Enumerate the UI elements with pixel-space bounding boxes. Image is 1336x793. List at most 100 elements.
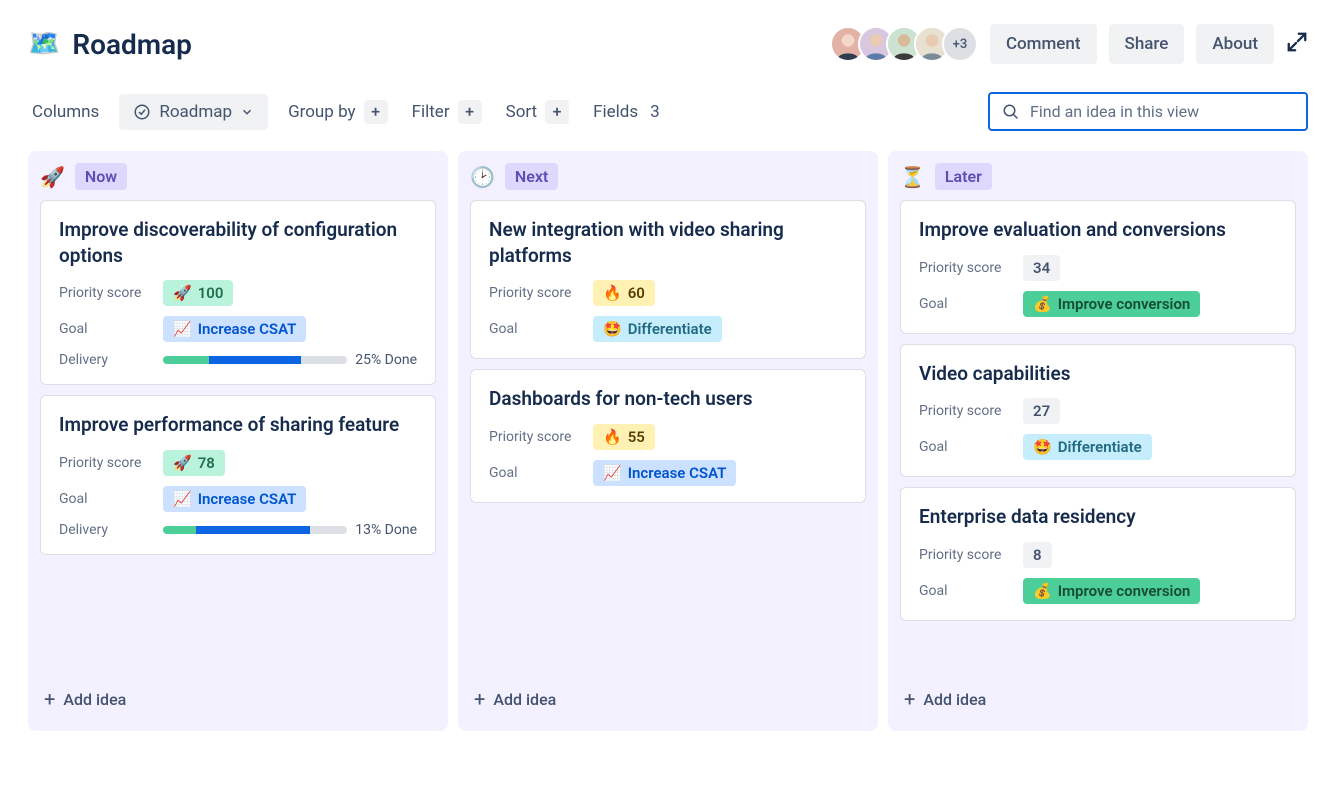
columns-label[interactable]: Columns <box>28 96 103 128</box>
fields-label: Fields <box>593 102 638 122</box>
fields-control[interactable]: Fields 3 <box>589 96 664 128</box>
field-label: Goal <box>919 439 1009 455</box>
card[interactable]: Improve evaluation and conversionsPriori… <box>900 200 1296 334</box>
field-label: Goal <box>489 321 579 337</box>
goal-value: Increase CSAT <box>628 464 727 482</box>
field-label: Priority score <box>59 455 149 471</box>
add-idea-button[interactable]: +Add idea <box>470 679 866 719</box>
priority-value: 55 <box>628 428 645 446</box>
plus-icon: + <box>474 687 485 711</box>
goal-emoji-icon: 🤩 <box>603 320 622 338</box>
add-idea-button[interactable]: +Add idea <box>40 679 436 719</box>
column-header: 🕑Next <box>470 163 866 190</box>
goal-emoji-icon: 📈 <box>603 464 622 482</box>
card[interactable]: Improve discoverability of configuration… <box>40 200 436 385</box>
priority-value: 78 <box>198 454 215 472</box>
about-button[interactable]: About <box>1196 24 1274 64</box>
goal-value: Differentiate <box>628 320 712 338</box>
priority-emoji-icon: 🚀 <box>173 284 192 302</box>
sort-label: Sort <box>506 102 538 122</box>
add-idea-label: Add idea <box>923 690 986 709</box>
field-label: Delivery <box>59 352 149 368</box>
avatar-more[interactable]: +3 <box>942 26 978 62</box>
field-label: Goal <box>919 583 1009 599</box>
goal-emoji-icon: 📈 <box>173 490 192 508</box>
card-title: Video capabilities <box>919 361 1277 387</box>
expand-icon[interactable] <box>1286 31 1308 57</box>
plus-icon: + <box>904 687 915 711</box>
goal-pill: 📈 Increase CSAT <box>163 486 306 512</box>
progress-wrap: 13% Done <box>163 522 417 538</box>
fields-count: 3 <box>650 102 660 122</box>
priority-pill: 🚀 78 <box>163 450 225 476</box>
goal-pill: 💰 Improve conversion <box>1023 291 1200 317</box>
comment-button[interactable]: Comment <box>990 24 1097 64</box>
card-title: Improve evaluation and conversions <box>919 217 1277 243</box>
goal-value: Improve conversion <box>1058 582 1191 600</box>
board: 🚀 Now Improve discoverability of configura… <box>28 151 1308 731</box>
field-label: Priority score <box>919 547 1009 563</box>
column: ⏳Later Improve evaluation and conversions… <box>888 151 1308 731</box>
priority-pill: 27 <box>1023 398 1060 424</box>
priority-value: 100 <box>198 284 224 302</box>
goal-pill: 🤩 Differentiate <box>593 316 722 342</box>
field-label: Delivery <box>59 522 149 538</box>
add-idea-label: Add idea <box>63 690 126 709</box>
goal-value: Differentiate <box>1058 438 1142 456</box>
priority-value: 8 <box>1033 546 1042 564</box>
sort-control[interactable]: Sort + <box>502 94 574 130</box>
card[interactable]: Dashboards for non-tech usersPriority sc… <box>470 369 866 503</box>
priority-pill: 🔥60 <box>593 280 655 306</box>
field-label: Priority score <box>59 285 149 301</box>
card[interactable]: Video capabilitiesPriority score27Goal🤩D… <box>900 344 1296 478</box>
field-label: Goal <box>59 321 149 337</box>
page-title: Roadmap <box>72 28 192 61</box>
field-label: Goal <box>59 491 149 507</box>
map-icon: 🗺️ <box>28 29 60 59</box>
goal-emoji-icon: 📈 <box>173 320 192 338</box>
card-title: New integration with video sharing platf… <box>489 217 847 268</box>
column-label: Now <box>75 163 127 190</box>
header-right: +3 Comment Share About <box>830 24 1308 64</box>
priority-value: 60 <box>628 284 645 302</box>
card-title: Improve discoverability of configuration… <box>59 217 417 268</box>
card-title: Improve performance of sharing feature <box>59 412 417 438</box>
card[interactable]: Improve performance of sharing feature Pr… <box>40 395 436 555</box>
goal-pill: 📈 Increase CSAT <box>593 460 736 486</box>
toolbar-left: Columns Roadmap Group by + Filter + Sort… <box>28 94 664 130</box>
priority-emoji-icon: 🔥 <box>603 428 622 446</box>
goal-value: Increase CSAT <box>198 320 297 338</box>
avatar-group[interactable]: +3 <box>830 26 978 62</box>
goal-emoji-icon: 💰 <box>1033 295 1052 313</box>
done-text: 25% Done <box>355 352 417 368</box>
card[interactable]: Enterprise data residencyPriority score8… <box>900 487 1296 621</box>
column-header: ⏳Later <box>900 163 1296 190</box>
columns-value: Roadmap <box>159 102 232 122</box>
groupby-label: Group by <box>288 102 356 122</box>
check-circle-icon <box>133 103 151 121</box>
column-emoji-icon: 🕑 <box>470 165 495 189</box>
priority-emoji-icon: 🚀 <box>173 454 192 472</box>
filter-label: Filter <box>412 102 450 122</box>
groupby-control[interactable]: Group by + <box>284 94 392 130</box>
goal-value: Increase CSAT <box>198 490 297 508</box>
goal-emoji-icon: 💰 <box>1033 582 1052 600</box>
add-idea-button[interactable]: + Add idea <box>900 679 1296 719</box>
priority-value: 27 <box>1033 402 1050 420</box>
search-input[interactable] <box>1030 102 1294 121</box>
field-label: Priority score <box>919 403 1009 419</box>
column-emoji-icon: 🚀 <box>40 165 65 189</box>
share-button[interactable]: Share <box>1109 24 1185 64</box>
plus-icon: + <box>545 100 569 124</box>
card[interactable]: New integration with video sharing platf… <box>470 200 866 359</box>
column-label: Later <box>935 163 992 190</box>
columns-selector[interactable]: Roadmap <box>119 94 268 130</box>
filter-control[interactable]: Filter + <box>408 94 486 130</box>
plus-icon: + <box>458 100 482 124</box>
search-box[interactable] <box>988 92 1308 131</box>
card-title: Dashboards for non-tech users <box>489 386 847 412</box>
priority-pill: 8 <box>1023 542 1052 568</box>
search-icon <box>1002 103 1020 121</box>
toolbar: Columns Roadmap Group by + Filter + Sort… <box>28 92 1308 131</box>
goal-value: Improve conversion <box>1058 295 1191 313</box>
